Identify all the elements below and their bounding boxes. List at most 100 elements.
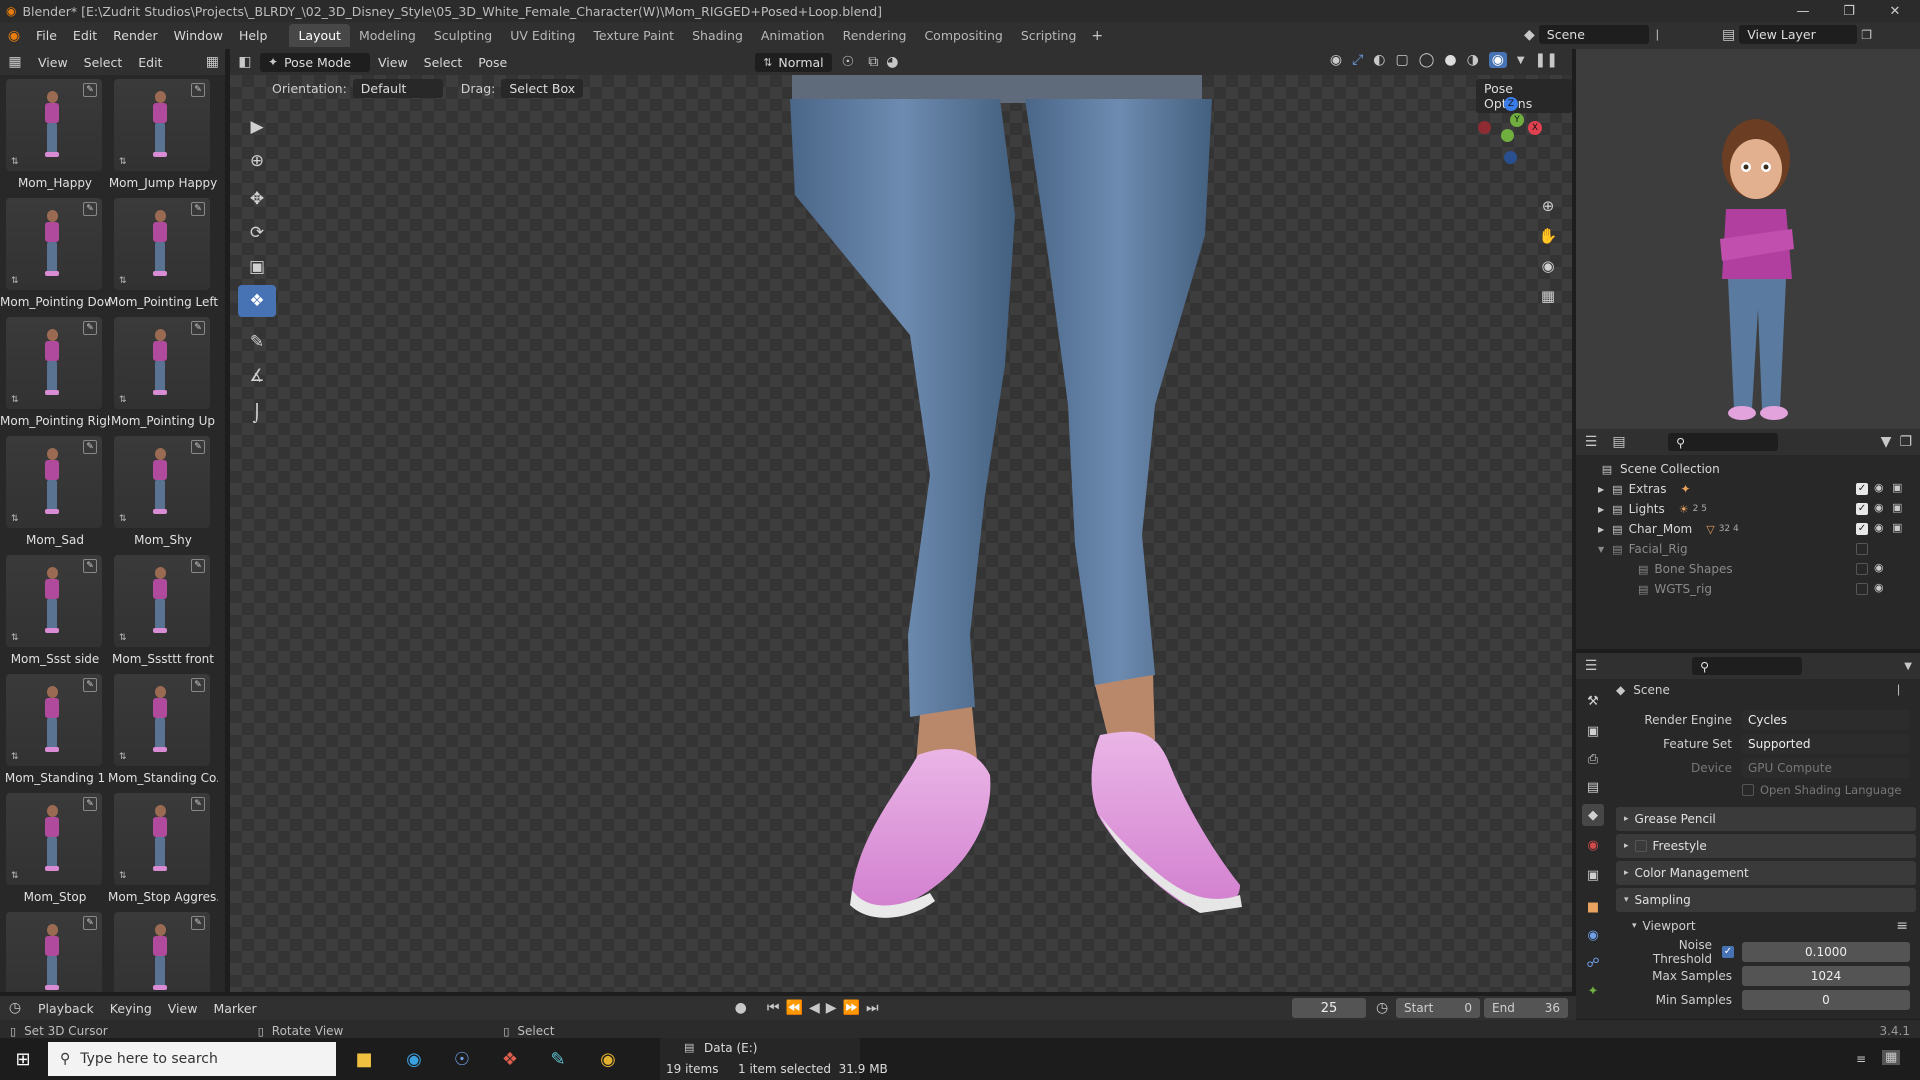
preview-range-icon[interactable]: ◷ (1376, 1000, 1388, 1016)
freestyle-checkbox[interactable] (1634, 840, 1647, 852)
viewport-select-menu[interactable]: Select (416, 53, 471, 72)
exclude-checkbox[interactable] (1856, 583, 1868, 595)
pose-thumbnail[interactable]: ✎ ⇅ (6, 793, 102, 885)
ortho-grid-icon[interactable]: ▦ (1535, 283, 1561, 309)
gizmo-y-axis[interactable]: Y (1510, 113, 1524, 127)
tool-tab-icon[interactable]: ⚒ (1582, 690, 1604, 712)
asset-select-menu[interactable]: Select (76, 53, 131, 72)
collection-tab-icon[interactable]: ▣ (1582, 864, 1604, 886)
outliner-row-scene-collection[interactable]: ▤ Scene Collection (1576, 459, 1920, 479)
exclude-checkbox[interactable]: ✓ (1856, 503, 1868, 515)
tab-layout[interactable]: Layout (289, 24, 350, 47)
scene-field[interactable]: Scene (1538, 25, 1649, 44)
gizmo-z-axis[interactable]: Z (1504, 97, 1518, 111)
edge-icon[interactable]: ◉ (400, 1046, 428, 1072)
visibility-icon[interactable]: ◉ (1330, 52, 1342, 68)
edit-asset-icon[interactable]: ✎ (191, 797, 205, 811)
properties-editor-icon[interactable]: ☰ (1576, 658, 1606, 674)
asset-view-menu[interactable]: View (30, 53, 76, 72)
figma-icon[interactable]: ❖ (496, 1046, 524, 1072)
object-tab-icon[interactable]: ■ (1582, 896, 1604, 918)
rendered-shading-icon[interactable]: ◉ (1488, 52, 1507, 68)
view-layer-field[interactable]: View Layer (1739, 25, 1858, 44)
device-dropdown[interactable]: GPU Compute (1742, 758, 1910, 778)
pose-thumbnail[interactable]: ✎ (6, 912, 102, 992)
mode-dropdown[interactable]: ✦ Pose Mode (260, 52, 370, 72)
add-workspace-icon[interactable]: + (1091, 28, 1103, 44)
asset-edit-menu[interactable]: Edit (130, 53, 170, 72)
pivot-icon[interactable]: ☉ (842, 54, 855, 70)
pose-thumbnail[interactable]: ✎ ⇅ (114, 317, 210, 409)
pose-thumbnail[interactable]: ✎ ⇅ (114, 198, 210, 290)
scene-pin-icon[interactable]: ❘ (1653, 28, 1662, 41)
outliner-row-extras[interactable]: ▶ ▤ Extras ✦ (1576, 479, 1920, 499)
keying-menu[interactable]: Keying (102, 999, 160, 1018)
menu-edit[interactable]: Edit (65, 28, 105, 43)
edit-asset-icon[interactable]: ✎ (191, 559, 205, 573)
jump-start-icon[interactable]: ⏮ (767, 1000, 780, 1016)
viewport-view-menu[interactable]: View (370, 53, 416, 72)
blender-menu-icon[interactable]: ◉ (0, 28, 28, 44)
physics-tab-icon[interactable]: ◉ (1582, 924, 1604, 946)
zoom-icon[interactable]: ⊕ (1535, 193, 1561, 219)
properties-options-icon[interactable]: ▼ (1904, 661, 1912, 672)
start-frame-field[interactable]: Start 0 (1396, 998, 1480, 1018)
snap-icon[interactable]: ⧉ (868, 54, 878, 70)
grid-view-icon[interactable]: ▦ (206, 54, 219, 70)
edit-asset-icon[interactable]: ✎ (83, 440, 97, 454)
file-explorer-icon[interactable]: ■ (350, 1046, 378, 1072)
menu-render[interactable]: Render (105, 28, 166, 43)
pose-asset[interactable]: ✎ (108, 908, 210, 992)
pose-thumbnail[interactable]: ✎ ⇅ (114, 79, 210, 171)
shading-options-icon[interactable]: ▼ (1517, 55, 1525, 66)
character-legs[interactable] (230, 75, 1572, 992)
noise-threshold-checkbox[interactable]: ✓ (1722, 946, 1734, 958)
record-icon[interactable]: ● (735, 1000, 747, 1016)
windows-start-icon[interactable]: ⊞ (10, 1048, 36, 1070)
current-frame-field[interactable]: 25 (1292, 998, 1366, 1018)
outliner-row-facial-rig[interactable]: ▼ ▤ Facial_Rig (1576, 539, 1920, 559)
eye-icon[interactable]: ◉ (1874, 521, 1884, 534)
pose-asset[interactable]: ✎ ⇅ Mom_Pointing Up (108, 313, 215, 432)
pose-thumbnail[interactable]: ✎ ⇅ (6, 79, 102, 171)
tab-scripting[interactable]: Scripting (1012, 24, 1086, 47)
eye-icon[interactable]: ◉ (1874, 501, 1884, 514)
pose-asset[interactable]: ✎ ⇅ Mom_Pointing Down (0, 194, 110, 313)
pose-asset[interactable]: ✎ ⇅ Mom_Jump Happy (108, 75, 217, 194)
camera-view-icon[interactable]: ◉ (1535, 253, 1561, 279)
outliner-row-lights[interactable]: ▶ ▤ Lights ☀ 2 5 (1576, 499, 1920, 519)
menu-file[interactable]: File (28, 28, 65, 43)
navigation-gizmo[interactable]: Z Y X (1476, 97, 1546, 167)
pose-asset[interactable]: ✎ ⇅ Mom_Sad (0, 432, 102, 551)
material-shading-icon[interactable]: ◑ (1467, 52, 1479, 68)
tab-shading[interactable]: Shading (683, 24, 752, 47)
view-layer-tab-icon[interactable]: ▤ (1582, 776, 1604, 798)
edit-asset-icon[interactable]: ✎ (191, 321, 205, 335)
max-samples-field[interactable]: 1024 (1742, 966, 1910, 986)
gizmo-neg-z[interactable] (1504, 151, 1517, 164)
minimize-icon[interactable]: — (1780, 0, 1826, 22)
tab-animation[interactable]: Animation (752, 24, 834, 47)
new-collection-icon[interactable]: ❐ (1899, 434, 1912, 450)
pose-asset[interactable]: ✎ ⇅ Mom_Stop Aggres... (108, 789, 218, 908)
expand-arrow-icon[interactable]: ▶ (1598, 505, 1604, 514)
properties-search[interactable]: ⚲ (1692, 657, 1802, 675)
expand-arrow-icon[interactable]: ▶ (1598, 485, 1604, 494)
edit-asset-icon[interactable]: ✎ (83, 916, 97, 930)
exclude-checkbox[interactable]: ✓ (1856, 483, 1868, 495)
timeline-view-menu[interactable]: View (160, 999, 206, 1018)
camera-render-icon[interactable]: ▣ (1892, 501, 1902, 514)
scene-tab-icon[interactable]: ◆ (1582, 804, 1604, 826)
tab-texture-paint[interactable]: Texture Paint (584, 24, 683, 47)
noise-threshold-field[interactable]: 0.1000 (1742, 942, 1910, 962)
large-icons-view-icon[interactable]: ▦ (1882, 1050, 1901, 1065)
expand-arrow-icon[interactable]: ▶ (1598, 525, 1604, 534)
gizmo-x-axis[interactable]: X (1528, 121, 1542, 135)
app-icon[interactable]: ☉ (448, 1046, 476, 1072)
pose-thumbnail[interactable]: ✎ ⇅ (114, 674, 210, 766)
marker-menu[interactable]: Marker (205, 999, 264, 1018)
proportional-icon[interactable]: ◕ (886, 54, 898, 70)
edit-asset-icon[interactable]: ✎ (83, 321, 97, 335)
notepad-icon[interactable]: ✎ (544, 1046, 572, 1072)
pose-thumbnail[interactable]: ✎ ⇅ (6, 317, 102, 409)
